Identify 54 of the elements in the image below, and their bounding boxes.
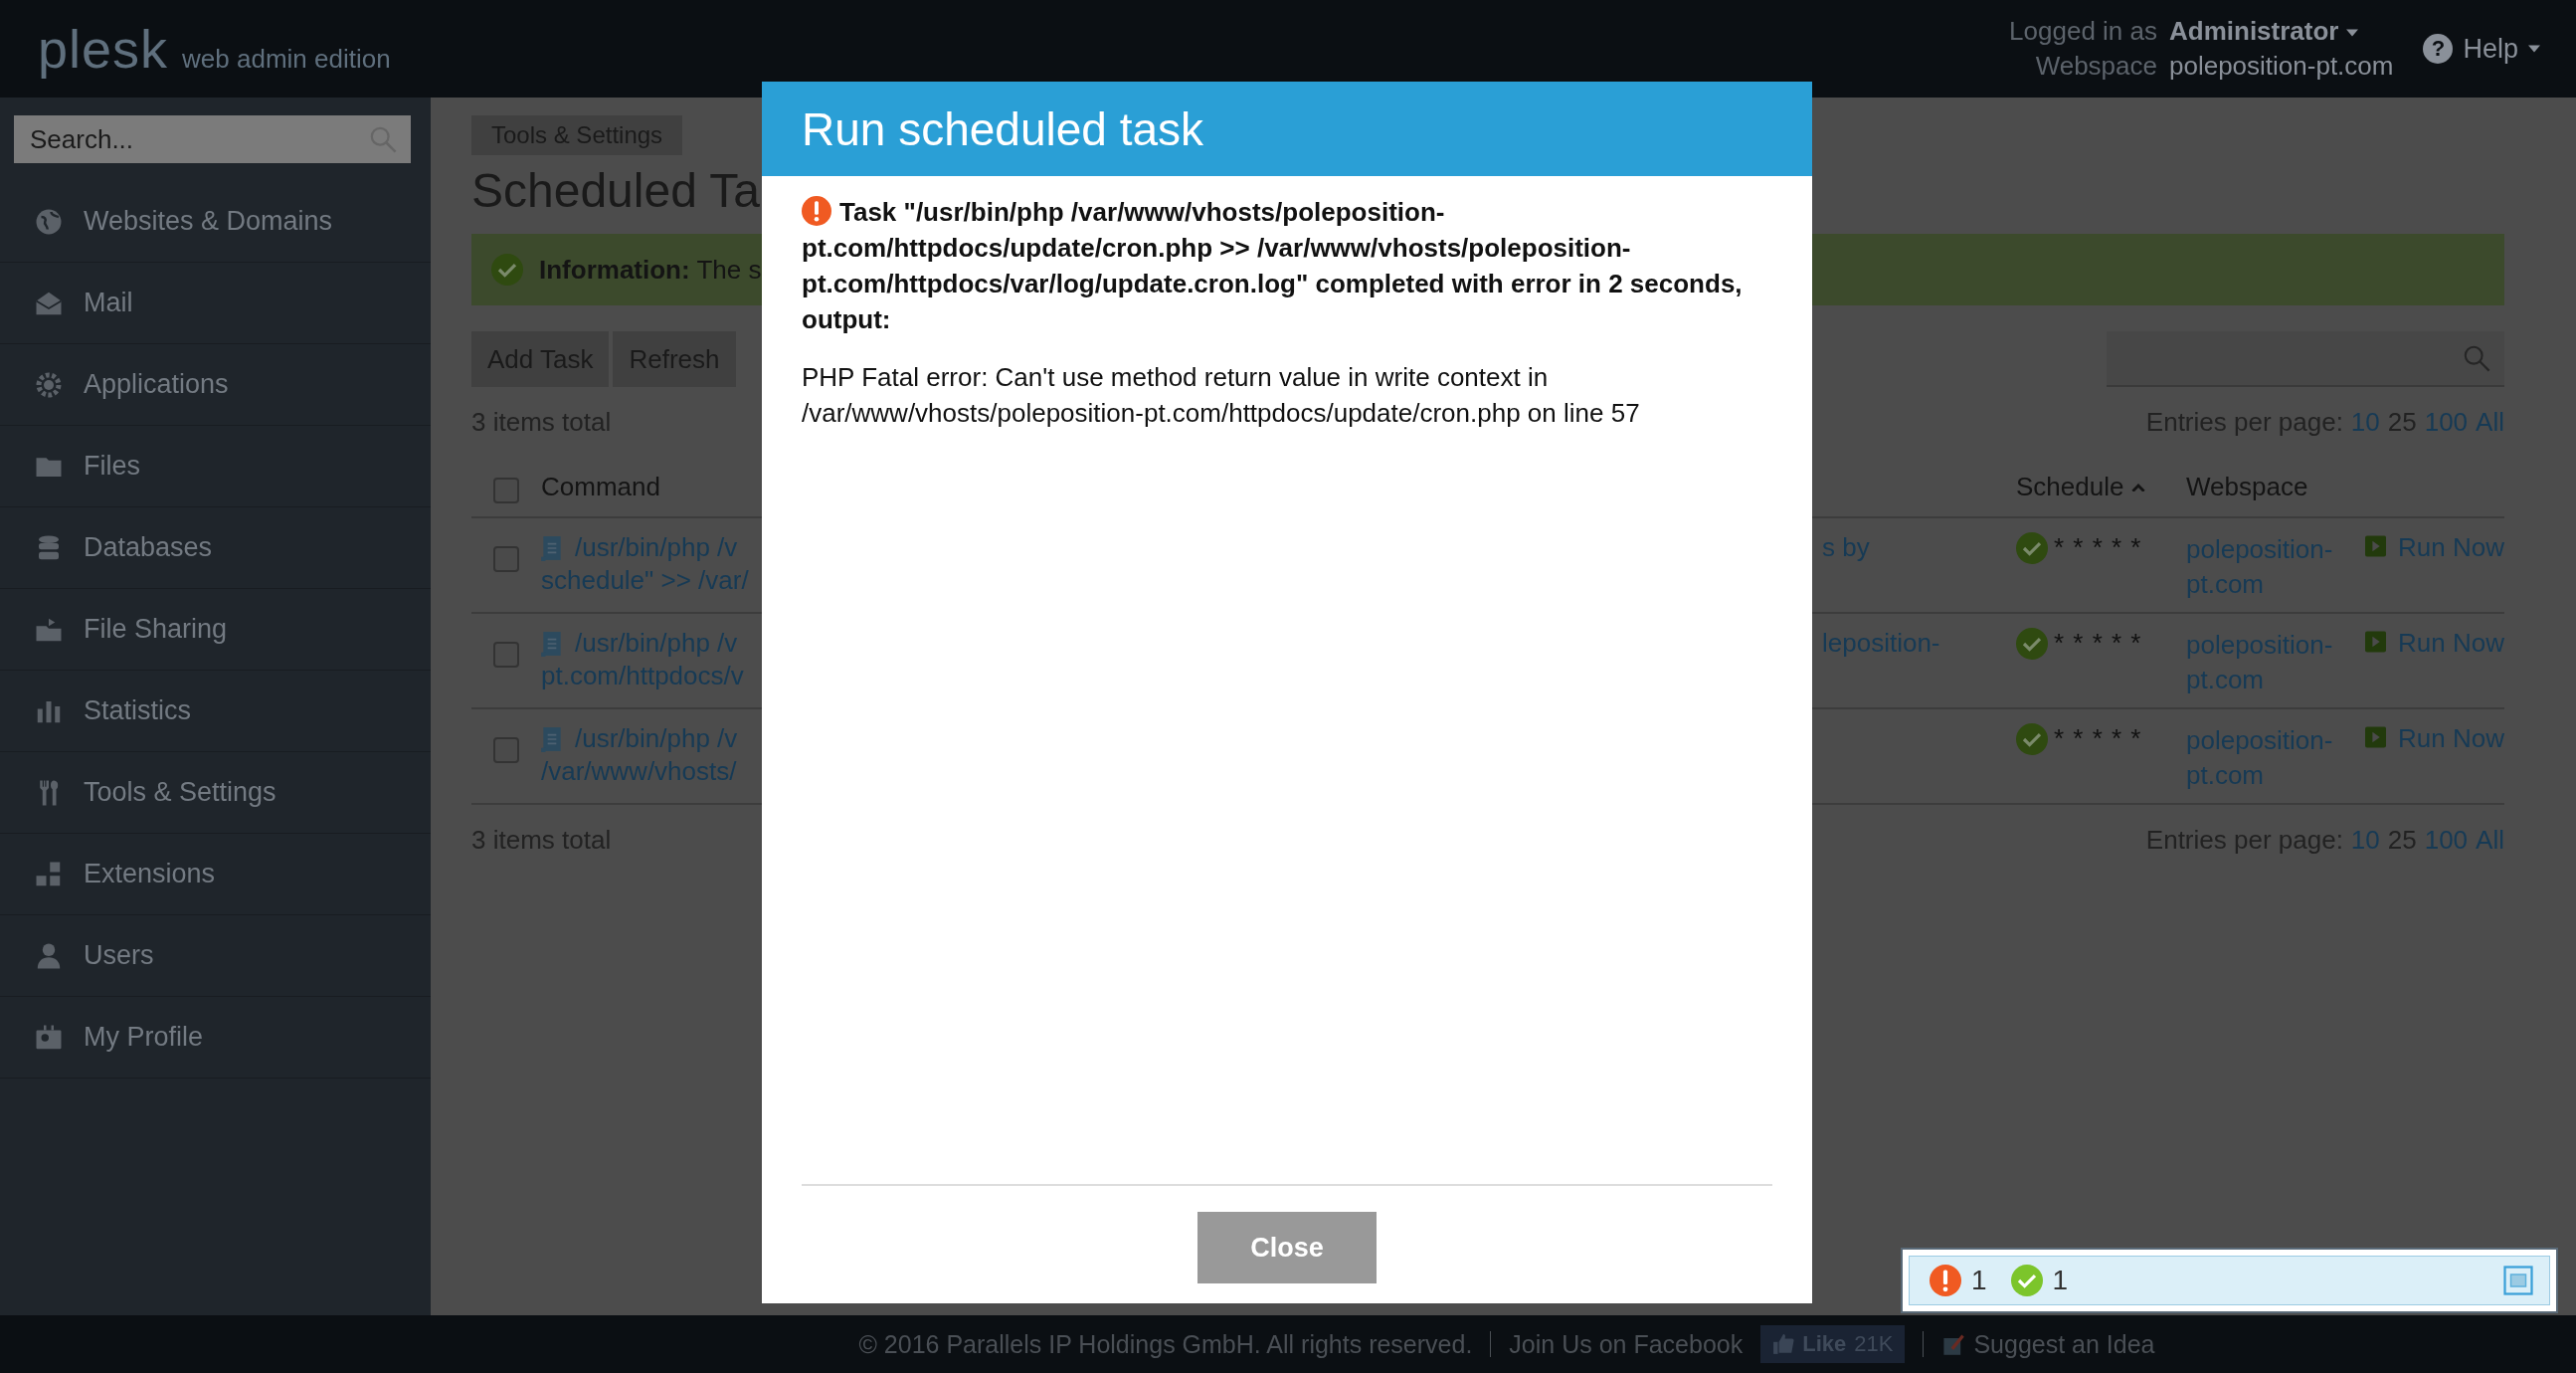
row-checkbox[interactable]	[493, 642, 519, 668]
plesk-logo[interactable]: plesk	[38, 18, 169, 80]
webspace-link[interactable]: poleposition-pt.com	[2169, 51, 2394, 82]
sidebar-item[interactable]: My Profile	[0, 997, 431, 1079]
script-icon	[541, 534, 563, 561]
column-header[interactable]: Command	[541, 471, 660, 502]
column-header[interactable]: Schedule	[2016, 471, 2186, 502]
search-field[interactable]: Search...	[14, 115, 411, 163]
search-icon	[2463, 344, 2490, 372]
close-button[interactable]: Close	[1197, 1212, 1377, 1283]
play-icon	[2365, 628, 2387, 656]
dialog-title: Run scheduled task	[802, 101, 1204, 156]
search-field[interactable]	[2107, 331, 2504, 387]
row-checkbox[interactable]	[493, 737, 519, 763]
user-menu[interactable]: Administrator	[2169, 16, 2394, 47]
column-header[interactable]: Webspace	[2186, 471, 2504, 502]
schedule-text: * * * * *	[2054, 723, 2142, 754]
copyright-text: © 2016 Parallels IP Holdings GmbH. All rights reserved.	[858, 1329, 1473, 1359]
row-checkbox[interactable]	[493, 546, 519, 572]
restore-icon[interactable]	[2503, 1266, 2533, 1295]
schedule-text: * * * * *	[2054, 532, 2142, 563]
success-icon	[2010, 1265, 2043, 1296]
facebook-link[interactable]: Join Us on Facebook	[1509, 1329, 1744, 1359]
sidebar-item[interactable]: Databases	[0, 507, 431, 589]
webspace-label: Webspace	[2034, 51, 2157, 82]
sidebar-item[interactable]: Files	[0, 426, 431, 507]
suggest-idea-link[interactable]: Suggest an Idea	[1941, 1329, 2155, 1359]
error-icon	[802, 196, 831, 226]
check-icon	[491, 254, 523, 286]
sidebar-item[interactable]: Websites & Domains	[0, 181, 431, 263]
logged-in-label: Logged in as	[2009, 16, 2157, 47]
edition-label: web admin edition	[182, 44, 391, 75]
error-icon	[1930, 1265, 1961, 1296]
script-icon	[541, 725, 563, 752]
thumbs-up-icon	[1772, 1333, 1795, 1355]
sidebar-item[interactable]: Mail	[0, 263, 431, 344]
caret-icon	[2345, 29, 2358, 38]
select-all-checkbox[interactable]	[493, 478, 519, 503]
schedule-text: * * * * *	[2054, 628, 2142, 659]
sidebar-item[interactable]: Extensions	[0, 834, 431, 915]
caret-icon	[2528, 45, 2540, 53]
sort-caret-icon	[2131, 482, 2146, 491]
play-icon	[2365, 532, 2387, 560]
error-count: 1	[1971, 1265, 1987, 1296]
error-message: Task "/usr/bin/php /var/www/vhosts/poleposition-pt.com/httpdocs/update/cron.php >> /var/www/vhosts/poleposition-pt.com/httpdocs/var/log/update.cron.log" completed with error in 2 seconds, output:	[802, 195, 1744, 336]
sidebar-item[interactable]: Users	[0, 915, 431, 997]
sidebar-item[interactable]: File Sharing	[0, 589, 431, 671]
help-menu[interactable]: ? Help	[2423, 33, 2540, 65]
success-count: 1	[2052, 1265, 2069, 1296]
note-pencil-icon	[1941, 1332, 1966, 1356]
script-icon	[541, 630, 563, 657]
play-icon	[2365, 723, 2387, 751]
error-output: PHP Fatal error: Can't use method return value in write context in /var/www/vhosts/poleposition-pt.com/httpdocs/update/cron.php on line 57	[802, 361, 1641, 430]
help-icon: ?	[2423, 34, 2454, 64]
